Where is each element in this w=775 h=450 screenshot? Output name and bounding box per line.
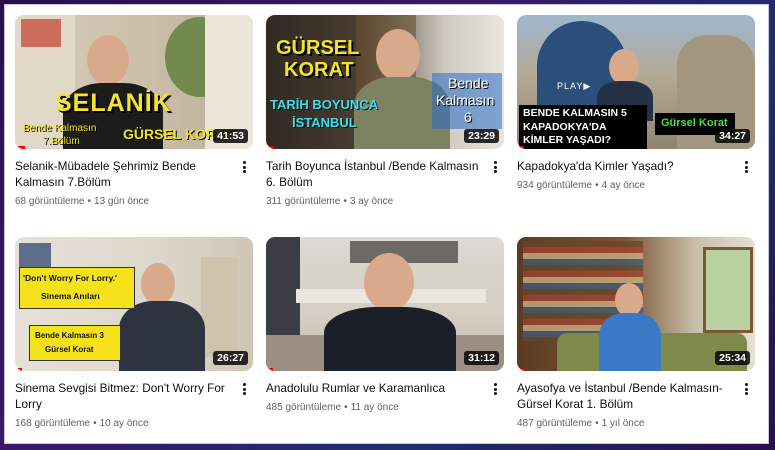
thumbnail-author-text: Gürsel Korat [661,117,728,129]
view-count: 168 görüntüleme [15,418,91,429]
video-title[interactable]: Selanik-Mübadele Şehrimiz Bende Kalmasın… [15,158,231,190]
video-thumbnail[interactable]: 25:34 [517,237,755,371]
thumbnail-title-text: 'Don't Worry For Lorry.' [23,273,118,283]
more-options-icon[interactable] [488,381,502,397]
duration-badge: 31:12 [464,351,499,365]
video-grid: SELANİK Bende Kalmasın 7.Bölüm GÜRSEL KO… [4,4,769,444]
video-card[interactable]: 25:34 Ayasofya ve İstanbul /Bende Kalmas… [517,237,755,429]
video-card[interactable]: SELANİK Bende Kalmasın 7.Bölüm GÜRSEL KO… [15,15,253,207]
video-stats: 487 görüntüleme • 1 yıl önce [517,418,733,429]
video-thumbnail[interactable]: GÜRSEL KORAT TARİH BOYUNCA İSTANBUL Bend… [266,15,504,149]
video-card[interactable]: PLAY▶ BENDE KALMASIN 5 KAPADOKYA'DA KİML… [517,15,755,191]
thumbnail-subtitle-text: İSTANBUL [292,115,357,130]
upload-age: 4 ay önce [601,180,645,191]
upload-age: 11 ay önce [350,402,399,413]
view-count: 311 görüntüleme [266,196,341,207]
view-count: 68 görüntüleme [15,196,85,207]
separator: • [344,402,348,413]
thumbnail-author-text: Gürsel Korat [45,345,94,354]
thumbnail-title-text: GÜRSEL [276,37,360,59]
more-options-icon[interactable] [739,381,753,397]
thumbnail-subtitle-text: Bende [448,75,489,91]
duration-badge: 25:34 [715,351,750,365]
separator: • [595,418,599,429]
video-thumbnail[interactable]: PLAY▶ BENDE KALMASIN 5 KAPADOKYA'DA KİML… [517,15,755,149]
video-title[interactable]: Tarih Boyunca İstanbul /Bende Kalmasın 6… [266,158,482,190]
thumbnail-subtitle-text: Bende Kalmasın [23,123,97,134]
view-count: 934 görüntüleme [517,180,593,191]
thumbnail-subtitle-text: 7.Bölüm [43,136,80,147]
video-title[interactable]: Ayasofya ve İstanbul /Bende Kalmasın-Gür… [517,380,733,412]
more-options-icon[interactable] [237,159,251,175]
video-stats: 485 görüntüleme • 11 ay önce [266,402,482,413]
separator: • [595,180,599,191]
video-title[interactable]: Anadolulu Rumlar ve Karamanlıca [266,380,482,396]
video-thumbnail[interactable]: 31:12 [266,237,504,371]
video-card[interactable]: 'Don't Worry For Lorry.' Sinema Anıları … [15,237,253,429]
upload-age: 13 gün önce [94,196,150,207]
more-options-icon[interactable] [739,159,753,175]
duration-badge: 26:27 [213,351,248,365]
upload-age: 1 yıl önce [601,418,645,429]
duration-badge: 23:29 [464,129,499,143]
more-options-icon[interactable] [488,159,502,175]
upload-age: 3 ay önce [349,196,394,207]
view-count: 485 görüntüleme [266,402,342,413]
thumbnail-title-text: SELANİK [55,89,172,117]
separator: • [87,196,92,207]
thumbnail-subtitle-text: 6 [464,109,472,125]
video-thumbnail[interactable]: 'Don't Worry For Lorry.' Sinema Anıları … [15,237,253,371]
separator: • [93,418,97,429]
video-stats: 168 görüntüleme • 10 ay önce [15,418,231,429]
thumbnail-title-text: KAPADOKYA'DA [523,121,607,133]
video-title[interactable]: Kapadokya'da Kimler Yaşadı? [517,158,733,174]
video-thumbnail[interactable]: SELANİK Bende Kalmasın 7.Bölüm GÜRSEL KO… [15,15,253,149]
upload-age: 10 ay önce [99,418,149,429]
duration-badge: 34:27 [715,129,750,143]
thumbnail-subtitle-text: Bende Kalmasın 3 [35,331,104,340]
video-stats: 934 görüntüleme • 4 ay önce [517,180,733,191]
video-card[interactable]: GÜRSEL KORAT TARİH BOYUNCA İSTANBUL Bend… [266,15,504,207]
view-count: 487 görüntüleme [517,418,593,429]
thumbnail-subtitle-text: TARİH BOYUNCA [270,97,379,112]
video-title[interactable]: Sinema Sevgisi Bitmez: Don't Worry For L… [15,380,231,412]
thumbnail-title-text: BENDE KALMASIN 5 [523,107,627,119]
thumbnail-logo-text: PLAY▶ [557,81,592,91]
duration-badge: 41:53 [213,129,248,143]
more-options-icon[interactable] [237,381,251,397]
separator: • [343,196,347,207]
thumbnail-title-text: KİMLER YAŞADI? [523,134,612,146]
thumbnail-subtitle-text: Kalmasın [436,92,495,108]
video-card[interactable]: 31:12 Anadolulu Rumlar ve Karamanlıca 48… [266,237,504,413]
thumbnail-title-text: KORAT [284,59,354,81]
video-stats: 68 görüntüleme • 13 gün önce [15,196,231,207]
video-stats: 311 görüntüleme • 3 ay önce [266,196,482,207]
thumbnail-title-text: Sinema Anıları [41,291,100,301]
